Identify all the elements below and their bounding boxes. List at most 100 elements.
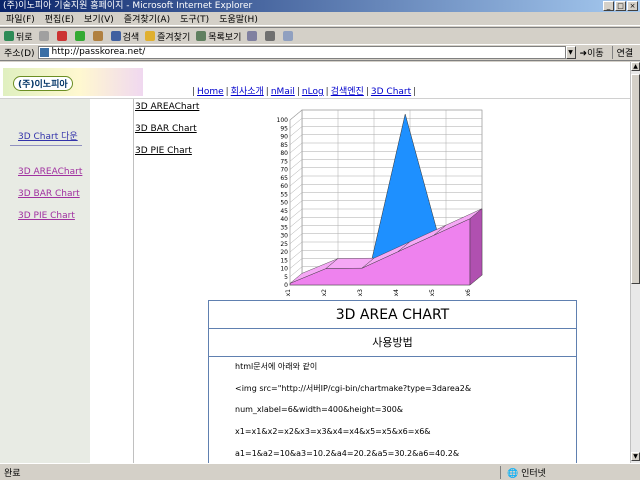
status-bar: 완료 🌐 인터넷 — [0, 463, 640, 480]
y-tick-label: 70 — [280, 167, 288, 174]
chart-link-bar[interactable]: 3D BAR Chart — [135, 124, 197, 134]
x-tick-label: x6 — [465, 289, 472, 297]
history-icon — [196, 31, 207, 41]
y-tick-label: 65 — [280, 175, 288, 182]
y-tick-label: 5 — [284, 274, 288, 281]
favorites-label: 즐겨찾기 — [157, 32, 191, 43]
address-label: 주소(D) — [4, 49, 35, 59]
y-tick-label: 25 — [280, 241, 288, 248]
area-chart: 0510 15202530 35404550 55606570 75808590 9510… — [277, 109, 483, 297]
address-url: http://passkorea.net/ — [51, 47, 146, 57]
mail-icon — [247, 31, 258, 41]
stop-button[interactable] — [56, 31, 69, 41]
nav-3d-chart[interactable]: 3D Chart — [371, 87, 411, 97]
edit-button[interactable] — [283, 31, 295, 41]
status-zone: 🌐 인터넷 — [500, 465, 546, 479]
y-tick-label: 85 — [280, 142, 288, 149]
y-tick-label: 10 — [280, 266, 288, 273]
menu-view[interactable]: 보기(V) — [84, 12, 114, 25]
vertical-scrollbar[interactable]: ▲ ▼ — [630, 62, 640, 463]
sidebar-item-bar[interactable]: 3D BAR Chart — [18, 189, 80, 199]
sidebar-divider — [10, 145, 82, 146]
address-dropdown[interactable]: ▼ — [565, 46, 576, 59]
logo-text: (주)이노피아 — [13, 76, 73, 91]
go-arrow-icon: ➜ — [579, 49, 588, 59]
y-tick-label: 100 — [277, 117, 289, 124]
x-tick-label: x2 — [321, 289, 328, 297]
scroll-thumb[interactable] — [631, 74, 640, 284]
window-title: (주)이노피아 기술지원 홈페이지 - Microsoft Internet E… — [3, 1, 253, 11]
area-side-face — [469, 208, 483, 286]
search-label: 검색 — [122, 32, 140, 43]
forward-arrow-icon — [38, 31, 49, 41]
favorites-button[interactable]: 즐겨찾기 — [145, 30, 190, 43]
favorites-icon — [145, 31, 156, 41]
back-label: 뒤로 — [16, 32, 33, 43]
address-input[interactable]: http://passkorea.net/ — [37, 46, 566, 59]
home-button[interactable] — [92, 31, 105, 41]
y-tick-label: 0 — [284, 282, 288, 289]
x-tick-label: x4 — [393, 289, 400, 297]
go-button[interactable]: ➜이동 — [580, 46, 604, 59]
refresh-icon — [74, 31, 85, 41]
zone-label: 인터넷 — [521, 468, 546, 479]
y-tick-label: 95 — [280, 125, 288, 132]
print-button[interactable] — [265, 31, 277, 41]
x-tick-label: x5 — [429, 289, 436, 297]
back-button[interactable]: 뒤로 — [4, 30, 33, 43]
menu-edit[interactable]: 편집(E) — [45, 12, 74, 25]
links-button[interactable]: 연결 — [611, 46, 633, 59]
sidebar-item-area[interactable]: 3D AREAChart — [18, 167, 82, 177]
minimize-button[interactable]: _ — [603, 1, 614, 11]
close-button[interactable]: × — [627, 1, 638, 11]
forward-button[interactable] — [38, 31, 51, 41]
stop-icon — [56, 31, 67, 41]
x-tick-label: x3 — [357, 289, 364, 297]
sidebar-title[interactable]: 3D Chart 다운 — [18, 129, 78, 142]
sidebar: 3D Chart 다운 3D AREAChart 3D BAR Chart 3D… — [0, 99, 90, 463]
search-button[interactable]: 검색 — [110, 30, 140, 43]
usage-line: x1=x1&x2=x2&x3=x3&x4=x4&x5=x5&x6=x6& — [235, 427, 431, 436]
back-arrow-icon — [4, 31, 14, 41]
usage-line: num_xlabel=6&width=400&height=300& — [235, 405, 404, 414]
y-tick-label: 40 — [280, 216, 288, 223]
window-controls: _ □ × — [603, 1, 638, 11]
page-viewport: (주)이노피아 | Home | 회사소개 | nMail | nLog | 검색엔진 | 3D Ch… — [0, 62, 630, 463]
header-divider — [0, 98, 630, 99]
chart-link-pie[interactable]: 3D PIE Chart — [135, 146, 192, 156]
panel-title: 3D AREA CHART — [209, 301, 576, 329]
sidebar-item-pie[interactable]: 3D PIE Chart — [18, 211, 75, 221]
usage-line: <img src="http://서버IP/cgi-bin/chartmake?… — [235, 384, 472, 393]
usage-line: html문서에 아래와 같이 — [235, 362, 318, 371]
scroll-down-button[interactable]: ▼ — [631, 452, 640, 461]
maximize-button[interactable]: □ — [615, 1, 626, 11]
y-tick-label: 60 — [280, 183, 288, 190]
menu-favorites[interactable]: 즐겨찾기(A) — [124, 12, 170, 25]
print-icon — [265, 31, 276, 41]
chart-link-area[interactable]: 3D AREAChart — [135, 102, 199, 112]
nav-nlog[interactable]: nLog — [302, 87, 324, 97]
content-divider — [133, 99, 134, 463]
scroll-up-button[interactable]: ▲ — [631, 62, 640, 71]
nav-company[interactable]: 회사소개 — [231, 87, 264, 97]
menu-tools[interactable]: 도구(T) — [180, 12, 209, 25]
usage-panel: 3D AREA CHART 사용방법 html문서에 아래와 같이 <img s… — [208, 300, 577, 463]
search-icon — [110, 31, 121, 41]
nav-home[interactable]: Home — [197, 87, 224, 97]
site-logo[interactable]: (주)이노피아 — [3, 68, 143, 96]
top-nav: | Home | 회사소개 | nMail | nLog | 검색엔진 | 3D Chart | — [192, 87, 417, 97]
globe-icon: 🌐 — [507, 468, 519, 479]
y-tick-label: 15 — [280, 257, 288, 264]
y-tick-label: 30 — [280, 233, 288, 240]
mail-button[interactable] — [247, 31, 259, 41]
page-icon — [39, 48, 49, 57]
history-button[interactable]: 목록보기 — [196, 30, 241, 43]
menu-file[interactable]: 파일(F) — [6, 12, 35, 25]
menu-bar: 파일(F) 편집(E) 보기(V) 즐겨찾기(A) 도구(T) 도움말(H) — [0, 12, 640, 26]
nav-nmail[interactable]: nMail — [271, 87, 295, 97]
go-label: 이동 — [587, 49, 604, 59]
nav-search-engine[interactable]: 검색엔진 — [331, 87, 364, 97]
refresh-button[interactable] — [74, 31, 87, 41]
menu-help[interactable]: 도움말(H) — [219, 12, 258, 25]
y-tick-label: 90 — [280, 134, 288, 141]
